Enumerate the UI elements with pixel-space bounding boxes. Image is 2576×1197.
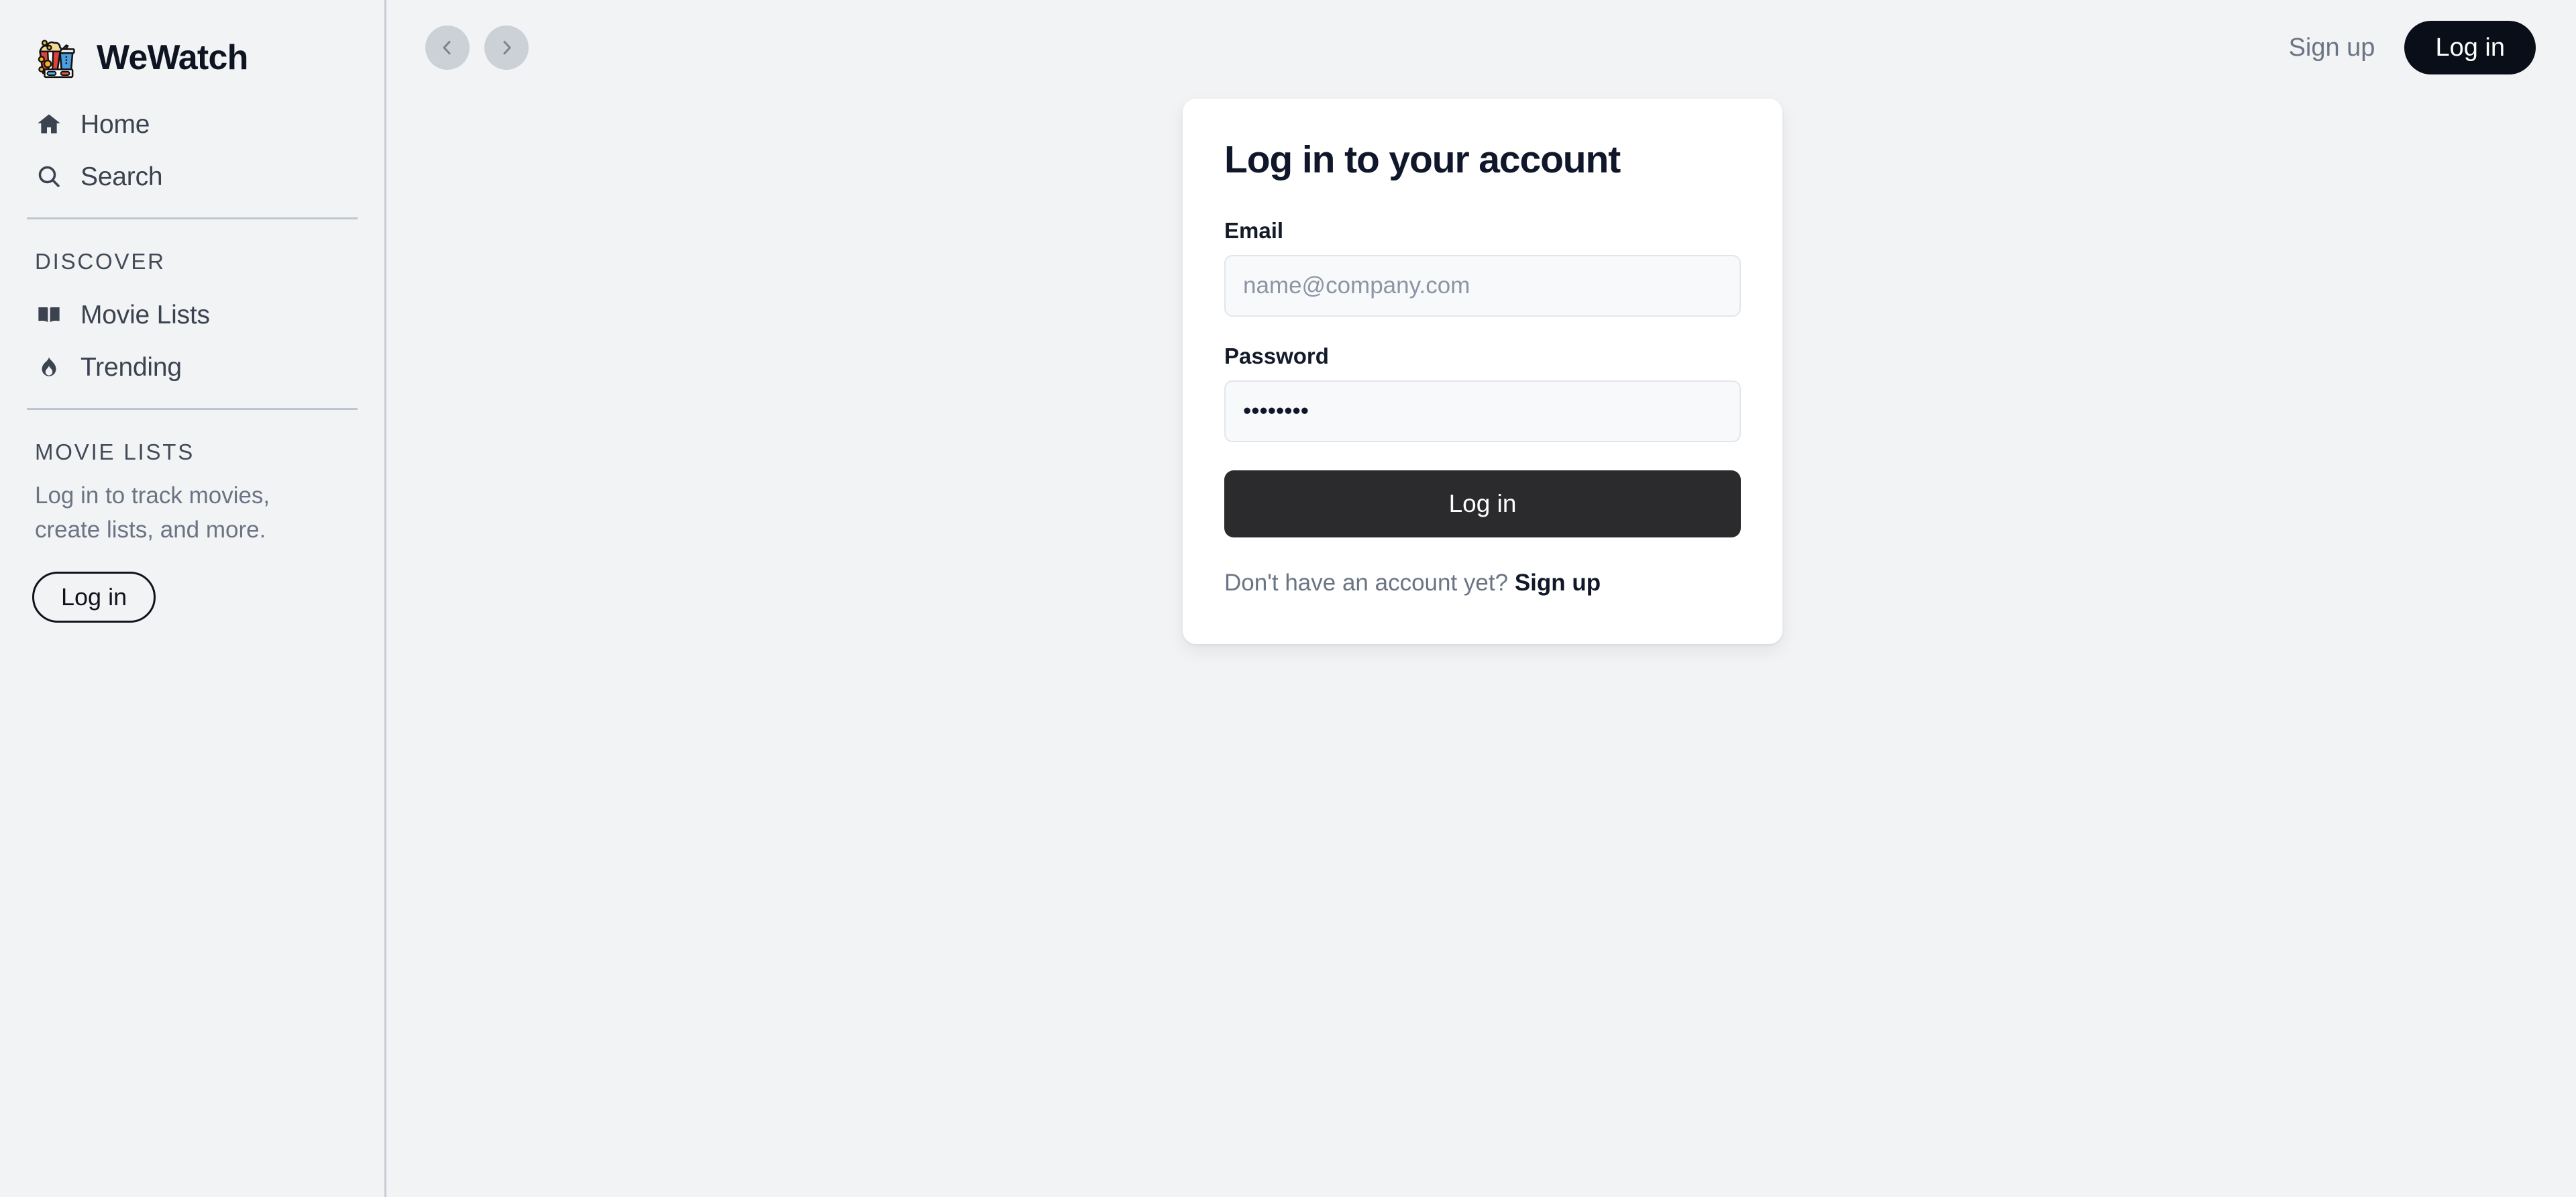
signup-prompt: Don't have an account yet? Sign up <box>1224 571 1741 594</box>
popcorn-cinema-icon <box>38 40 75 79</box>
topbar: Sign up Log in <box>386 0 2576 95</box>
sidebar-item-trending[interactable]: Trending <box>27 341 358 393</box>
email-field-group: Email <box>1224 219 1741 317</box>
email-input[interactable] <box>1224 254 1741 317</box>
sidebar-discover-nav: Movie Lists Trending <box>0 279 384 393</box>
sidebar-section-movie-lists: MOVIE LISTS <box>35 439 195 464</box>
sidebar-login-note: Log in to track movies, create lists, an… <box>35 482 270 543</box>
sidebar-item-label: Home <box>80 109 150 139</box>
sidebar-item-label: Trending <box>80 352 182 382</box>
email-label: Email <box>1224 217 1284 243</box>
login-submit-button[interactable]: Log in <box>1224 470 1741 537</box>
sidebar-item-home[interactable]: Home <box>27 98 358 150</box>
login-card-title: Log in to your account <box>1224 138 1621 181</box>
signup-link[interactable]: Sign up <box>1515 570 1601 596</box>
sidebar-item-label: Search <box>80 162 163 191</box>
sidebar-item-search[interactable]: Search <box>27 150 358 203</box>
login-card: Log in to your account Email Password Lo… <box>1183 99 1782 644</box>
sidebar-item-movie-lists[interactable]: Movie Lists <box>27 289 358 341</box>
sidebar: WeWatch Home Search DISCOVER Movie Lists… <box>0 0 386 1197</box>
signup-prompt-text: Don't have an account yet? <box>1224 569 1509 596</box>
password-label: Password <box>1224 343 1329 368</box>
sidebar-primary-nav: Home Search <box>0 89 384 203</box>
app-root: WeWatch Home Search DISCOVER Movie Lists… <box>0 0 2576 1197</box>
chevron-right-icon <box>503 40 511 55</box>
history-nav <box>425 25 529 70</box>
forward-button[interactable] <box>484 25 529 70</box>
topbar-signup-button[interactable]: Sign up <box>2289 35 2375 60</box>
main-content: Sign up Log in Log in to your account Em… <box>386 0 2576 1197</box>
brand[interactable]: WeWatch <box>0 0 384 89</box>
password-input[interactable] <box>1224 380 1741 442</box>
chevron-left-icon <box>443 40 451 55</box>
sidebar-item-label: Movie Lists <box>80 300 210 329</box>
flame-icon <box>35 353 63 381</box>
topbar-actions: Sign up Log in <box>2289 21 2536 74</box>
back-button[interactable] <box>425 25 470 70</box>
password-field-group: Password <box>1224 345 1741 442</box>
topbar-login-button[interactable]: Log in <box>2404 21 2536 74</box>
search-icon <box>35 162 63 191</box>
sidebar-login-button[interactable]: Log in <box>32 571 156 623</box>
sidebar-section-discover: DISCOVER <box>35 249 166 274</box>
brand-name: WeWatch <box>97 38 248 77</box>
home-icon <box>35 110 63 138</box>
book-icon <box>35 301 63 329</box>
